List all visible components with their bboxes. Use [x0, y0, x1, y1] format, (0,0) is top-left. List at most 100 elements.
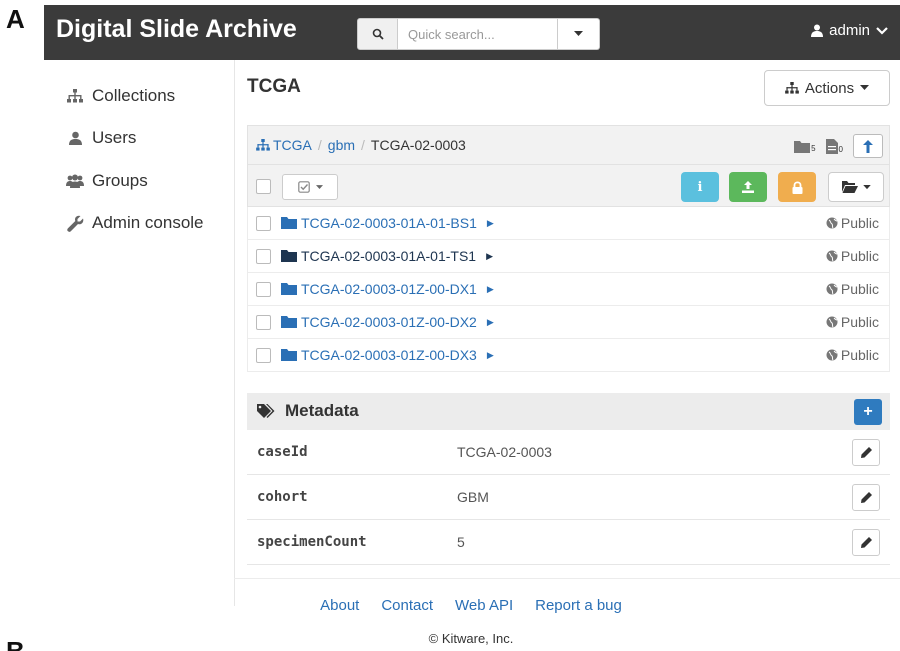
folder-link[interactable]: TCGA-02-0003-01Z-00-DX2 ▶: [281, 314, 494, 330]
folder-icon: [281, 316, 297, 328]
sitemap-icon: [785, 82, 799, 94]
search-input[interactable]: [398, 18, 558, 50]
metadata-title: Metadata: [257, 401, 359, 421]
access-badge: Public: [826, 347, 879, 363]
caret-right-icon: ▶: [486, 349, 494, 360]
user-icon: [811, 24, 824, 37]
caret-right-icon: ▶: [486, 250, 493, 261]
top-navbar: Digital Slide Archive admin: [44, 5, 900, 60]
edit-metadata-button[interactable]: [852, 439, 880, 466]
footer-link-report-bug[interactable]: Report a bug: [535, 597, 622, 614]
caret-right-icon: ▶: [486, 217, 494, 228]
globe-icon: [826, 250, 838, 262]
folder-icon: [281, 349, 297, 361]
metadata-value: GBM: [457, 489, 489, 505]
folder-link[interactable]: TCGA-02-0003-01A-01-TS1 ▶: [281, 248, 493, 264]
edit-metadata-button[interactable]: [852, 484, 880, 511]
breadcrumb-separator: /: [317, 137, 322, 153]
access-badge: Public: [826, 314, 879, 330]
folder-icon: [794, 140, 811, 153]
panel-label-a: A: [6, 4, 25, 34]
sidebar-item-label: Collections: [92, 86, 176, 105]
sidebar-item-users[interactable]: Users: [66, 128, 136, 148]
edit-metadata-button[interactable]: [852, 529, 880, 556]
checked-actions-dropdown[interactable]: [282, 174, 338, 200]
folder-link[interactable]: TCGA-02-0003-01Z-00-DX1 ▶: [281, 281, 494, 297]
metadata-key: caseId: [257, 444, 308, 460]
lock-icon: [792, 180, 802, 194]
info-button[interactable]: i: [681, 172, 719, 202]
pencil-icon: [860, 492, 872, 503]
metadata-header: Metadata +: [247, 393, 890, 430]
chevron-down-icon: [876, 26, 888, 35]
metadata-key: cohort: [257, 489, 308, 505]
row-checkbox[interactable]: [256, 249, 271, 264]
access-label: Public: [840, 281, 879, 297]
globe-icon: [826, 316, 838, 328]
folder-icon: [281, 217, 297, 229]
folder-link[interactable]: TCGA-02-0003-01A-01-BS1 ▶: [281, 215, 494, 231]
folder-link[interactable]: TCGA-02-0003-01Z-00-DX3 ▶: [281, 347, 494, 363]
access-label: Public: [840, 347, 879, 363]
add-metadata-button[interactable]: +: [854, 399, 882, 425]
caret-down-icon: [862, 184, 871, 189]
sidebar-item-admin-console[interactable]: Admin console: [66, 213, 204, 233]
list-item: TCGA-02-0003-01Z-00-DX1 ▶ Public: [247, 273, 890, 306]
page-title: TCGA: [247, 76, 301, 97]
caret-down-icon: [574, 31, 583, 36]
access-label: Public: [840, 215, 879, 231]
footer-link-about[interactable]: About: [320, 597, 359, 614]
footer-link-web-api[interactable]: Web API: [455, 597, 513, 614]
select-all-checkbox[interactable]: [256, 179, 271, 194]
globe-icon: [826, 217, 838, 229]
sidebar-item-label: Admin console: [92, 213, 204, 232]
footer-links: About Contact Web API Report a bug: [234, 597, 708, 614]
search-mode-dropdown[interactable]: [558, 18, 600, 50]
metadata-title-text: Metadata: [285, 401, 359, 420]
parent-folder-button[interactable]: [853, 134, 883, 158]
plus-icon: +: [863, 403, 873, 420]
row-checkbox[interactable]: [256, 315, 271, 330]
check-square-icon: [297, 181, 310, 193]
metadata-value: 5: [457, 534, 465, 550]
folder-list: TCGA-02-0003-01A-01-BS1 ▶ Public TCGA-02…: [247, 207, 890, 372]
user-name: admin: [829, 22, 870, 39]
quick-search: [357, 18, 600, 50]
breadcrumb-bar: TCGA / gbm / TCGA-02-0003 5 0: [247, 125, 890, 165]
row-checkbox[interactable]: [256, 282, 271, 297]
actions-button[interactable]: Actions: [764, 70, 890, 106]
pencil-icon: [860, 537, 872, 548]
breadcrumb-root-label: TCGA: [273, 137, 312, 153]
upload-button[interactable]: [729, 172, 767, 202]
sidebar-item-label: Groups: [92, 171, 148, 190]
breadcrumb-root[interactable]: TCGA: [256, 137, 312, 153]
globe-icon: [826, 283, 838, 295]
brand-title[interactable]: Digital Slide Archive: [56, 15, 297, 44]
breadcrumb-item-gbm[interactable]: gbm: [328, 137, 355, 153]
content-divider: [234, 60, 235, 606]
sidebar-item-label: Users: [92, 128, 137, 147]
folder-name: TCGA-02-0003-01Z-00-DX2: [301, 314, 477, 330]
user-menu[interactable]: admin: [811, 22, 888, 39]
sidebar-item-groups[interactable]: Groups: [66, 171, 148, 191]
row-checkbox[interactable]: [256, 348, 271, 363]
folder-stats: 5 0: [794, 134, 883, 158]
tags-icon: [257, 403, 275, 418]
footer-link-contact[interactable]: Contact: [381, 597, 433, 614]
sidebar: Collections Users Groups Admin console: [44, 60, 234, 606]
list-item: TCGA-02-0003-01A-01-BS1 ▶ Public: [247, 207, 890, 240]
search-icon[interactable]: [357, 18, 398, 50]
sidebar-item-collections[interactable]: Collections: [66, 86, 175, 106]
users-icon: [66, 174, 84, 188]
row-checkbox[interactable]: [256, 216, 271, 231]
wrench-icon: [66, 215, 84, 232]
user-icon: [66, 131, 84, 145]
access-badge: Public: [826, 248, 879, 264]
info-icon: i: [697, 179, 703, 195]
folder-actions-dropdown[interactable]: [828, 172, 884, 202]
pencil-icon: [860, 447, 872, 458]
actions-label: Actions: [804, 79, 855, 97]
breadcrumb-current: TCGA-02-0003: [370, 137, 466, 153]
access-control-button[interactable]: [778, 172, 816, 202]
panel-label-b: B: [6, 636, 25, 651]
